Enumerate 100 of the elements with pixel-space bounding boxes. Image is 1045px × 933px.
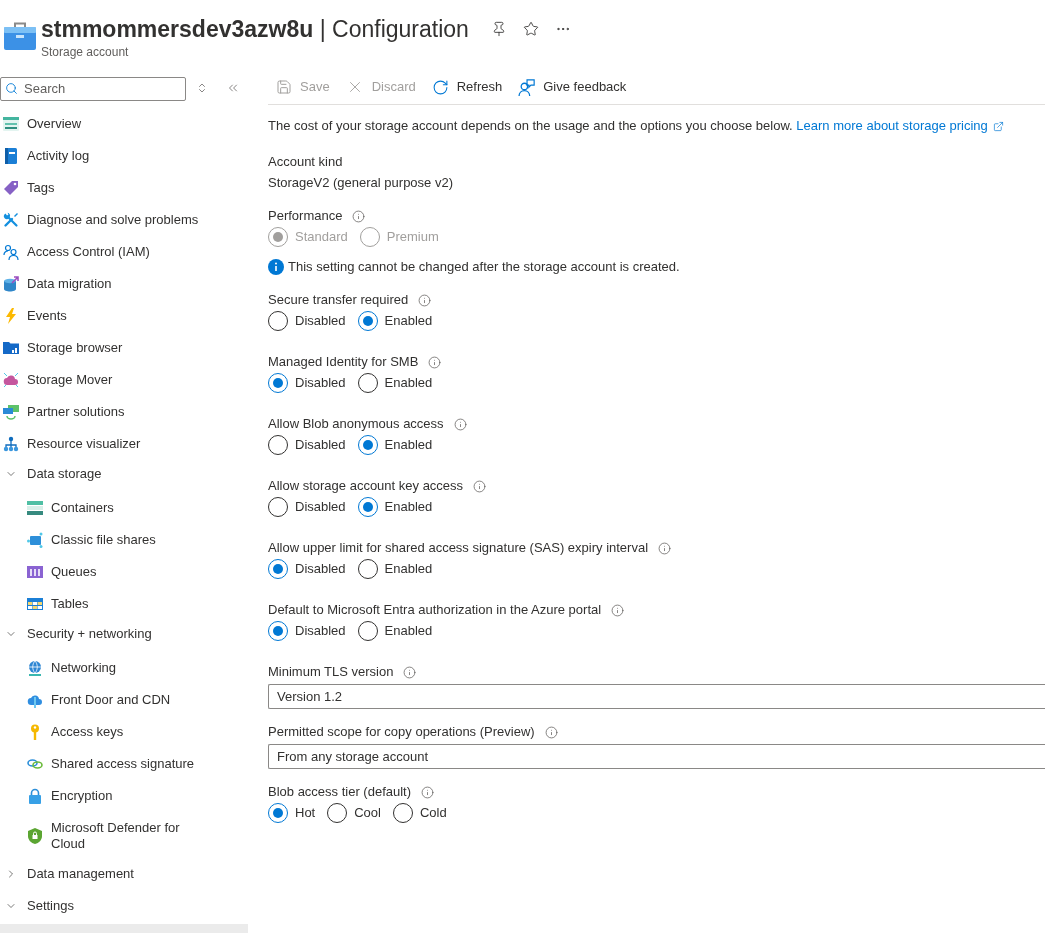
info-icon[interactable] bbox=[658, 541, 672, 555]
option-label[interactable]: Enabled bbox=[384, 311, 433, 331]
nav-item[interactable]: Resource visualizer bbox=[0, 428, 248, 460]
option-label[interactable]: Enabled bbox=[384, 435, 433, 455]
radio-button[interactable] bbox=[268, 311, 288, 331]
nav-item[interactable]: Classic file shares bbox=[0, 524, 248, 556]
radio-button[interactable] bbox=[357, 621, 378, 641]
nav-item[interactable]: Storage browser bbox=[0, 332, 248, 364]
setting-label: Managed Identity for SMB bbox=[268, 353, 419, 372]
queue-icon bbox=[27, 564, 43, 580]
nav-item[interactable]: Tags bbox=[0, 172, 248, 204]
nav-item[interactable]: Queues bbox=[0, 556, 248, 588]
radio-button[interactable] bbox=[393, 803, 413, 823]
info-icon[interactable] bbox=[473, 479, 487, 493]
nav-item[interactable]: Diagnose and solve problems bbox=[0, 204, 248, 236]
option-label[interactable]: Cool bbox=[354, 803, 381, 823]
info-icon[interactable] bbox=[453, 417, 467, 431]
radio-button[interactable] bbox=[268, 373, 288, 393]
nav-item[interactable]: Microsoft Defender for Cloud bbox=[0, 812, 248, 860]
nav-group-header[interactable]: Data storage bbox=[0, 460, 248, 488]
option-label[interactable]: Enabled bbox=[384, 373, 433, 393]
tag-icon bbox=[3, 180, 19, 196]
nav-item[interactable]: Overview bbox=[0, 108, 248, 140]
toolbox-icon bbox=[4, 22, 36, 50]
radio-button[interactable] bbox=[268, 621, 288, 641]
radio-button[interactable] bbox=[327, 803, 348, 823]
nav-item[interactable]: Access Control (IAM) bbox=[0, 236, 248, 268]
globe-icon bbox=[27, 660, 43, 676]
setting-label: Secure transfer required bbox=[268, 291, 409, 310]
radio-button[interactable] bbox=[268, 803, 288, 823]
option-label[interactable]: Cold bbox=[420, 803, 447, 823]
option-label[interactable]: Disabled bbox=[295, 435, 346, 455]
file-share-icon bbox=[27, 532, 43, 548]
setting-label: Account kind bbox=[268, 153, 343, 172]
option-label[interactable]: Disabled bbox=[295, 311, 346, 331]
lightning-icon bbox=[3, 308, 19, 324]
people-icon bbox=[3, 244, 19, 260]
info-icon[interactable] bbox=[611, 603, 625, 617]
setting-label: Allow storage account key access bbox=[268, 477, 464, 496]
option-label[interactable]: Enabled bbox=[384, 559, 433, 579]
padlock-icon bbox=[27, 788, 43, 804]
info-icon[interactable] bbox=[421, 785, 435, 799]
radio-button[interactable] bbox=[268, 559, 288, 579]
nav-item[interactable]: Data migration bbox=[0, 268, 248, 300]
pricing-link[interactable]: Learn more about storage pricing bbox=[796, 116, 1004, 136]
description-text: The cost of your storage account depends on the usage and the options you choose below. Learn more about storage pricing bbox=[268, 116, 1045, 136]
setting-label: Default to Microsoft Entra authorization in the Azure portal bbox=[268, 601, 602, 620]
notebook-icon bbox=[3, 148, 19, 164]
nav-item[interactable]: Access keys bbox=[0, 716, 248, 748]
setting-label: Allow upper limit for shared access signature (SAS) expiry interval bbox=[268, 539, 649, 558]
nav-item[interactable]: Events bbox=[0, 300, 248, 332]
nav-item[interactable]: Networking bbox=[0, 652, 248, 684]
dropdown[interactable]: Version 1.2 bbox=[268, 684, 1045, 709]
option-label[interactable]: Disabled bbox=[295, 621, 346, 641]
option-label[interactable]: Enabled bbox=[384, 621, 433, 641]
page-subtitle: Storage account bbox=[41, 44, 130, 60]
nav-item[interactable]: Shared access signature bbox=[0, 748, 248, 780]
nav-group-header[interactable]: Security + networking bbox=[0, 620, 248, 648]
radio-button[interactable] bbox=[268, 497, 288, 517]
info-icon[interactable] bbox=[428, 355, 442, 369]
option-label[interactable]: Hot bbox=[295, 803, 316, 823]
hierarchy-icon bbox=[3, 436, 19, 452]
setting-value: StorageV2 (general purpose v2) bbox=[268, 174, 454, 193]
table-icon bbox=[27, 596, 43, 612]
star-icon[interactable] bbox=[522, 21, 539, 37]
stacked-bars-icon bbox=[27, 500, 43, 516]
radio-button[interactable] bbox=[357, 373, 378, 393]
toolbar-button[interactable]: Give feedback bbox=[510, 73, 635, 101]
person-speech-bubble-icon bbox=[518, 78, 536, 96]
info-icon[interactable] bbox=[418, 293, 432, 307]
radio-button[interactable] bbox=[357, 435, 378, 455]
nav-item[interactable]: Encryption bbox=[0, 780, 248, 812]
nav-item[interactable]: Tables bbox=[0, 588, 248, 620]
toolbar-button[interactable]: Refresh bbox=[423, 73, 511, 101]
radio-button[interactable] bbox=[357, 559, 378, 579]
option-label[interactable]: Disabled bbox=[295, 559, 346, 579]
nav-group-header[interactable]: Data management bbox=[0, 860, 248, 888]
nav-item[interactable]: Containers bbox=[0, 492, 248, 524]
dropdown[interactable]: From any storage account bbox=[268, 744, 1045, 769]
nav-item[interactable]: Storage Mover bbox=[0, 364, 248, 396]
option-label[interactable]: Disabled bbox=[295, 373, 346, 393]
radio-button[interactable] bbox=[357, 311, 378, 331]
refresh-icon bbox=[431, 78, 449, 96]
option-label[interactable]: Enabled bbox=[384, 497, 433, 517]
external-link-icon bbox=[992, 120, 1004, 132]
info-icon bbox=[268, 259, 284, 275]
option-label[interactable]: Disabled bbox=[295, 497, 346, 517]
radio-button[interactable] bbox=[357, 497, 378, 517]
nav-item[interactable]: Partner solutions bbox=[0, 396, 248, 428]
info-icon[interactable] bbox=[403, 665, 417, 679]
updown-chevron-icon[interactable] bbox=[196, 82, 208, 94]
wrench-screwdriver-icon bbox=[3, 212, 19, 228]
nav-item[interactable]: Front Door and CDN bbox=[0, 684, 248, 716]
nav-item[interactable]: Activity log bbox=[0, 140, 248, 172]
link-icon bbox=[27, 756, 43, 772]
search-field[interactable]: Search bbox=[0, 76, 186, 101]
radio-button[interactable] bbox=[268, 435, 288, 455]
search-icon bbox=[5, 82, 18, 95]
info-icon[interactable] bbox=[544, 725, 558, 739]
nav-group-header[interactable]: Settings bbox=[0, 892, 248, 920]
